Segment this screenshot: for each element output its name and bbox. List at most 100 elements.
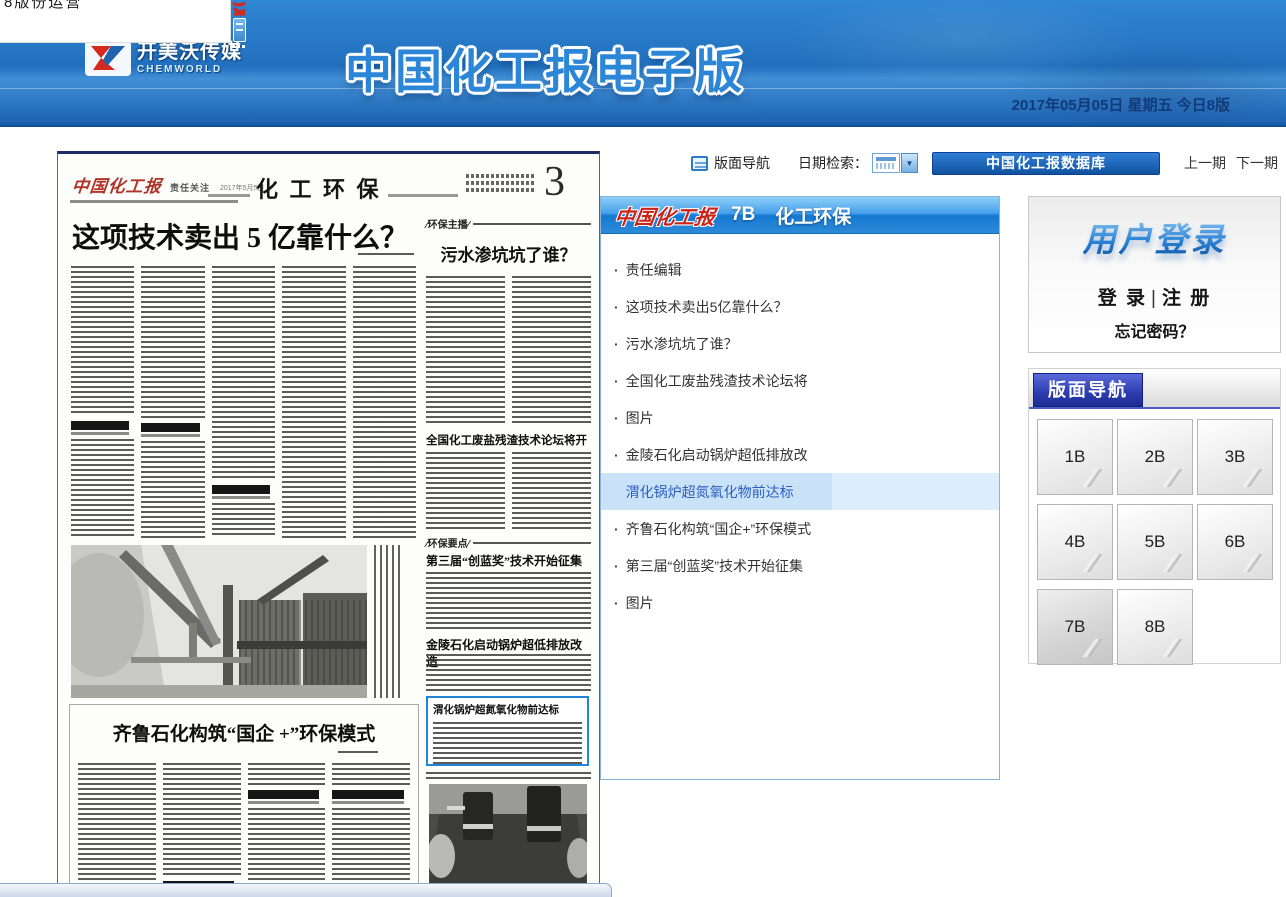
article-list-item[interactable]: · 污水渗坑坑了谁？ [601,325,999,362]
seal-dashes [232,45,246,48]
article-list-item[interactable]: ·责任编辑 [601,251,999,288]
blue-bookmark-icon [233,18,246,42]
headline-qilu: 齐鲁石化构筑“国企 +”环保模式 [70,719,418,746]
qilu-byline [338,751,378,756]
page-nav-header: 版面导航 [1029,369,1280,409]
article-panel-header: 中国化工报 7B 化工环保 [601,197,999,234]
bullet-icon: · [614,373,619,389]
headline-forum: 全国化工废盐残渣技术论坛将开 [426,432,591,448]
login-title: 用户登录 [1083,213,1227,261]
page-button-5b[interactable]: 5B [1117,504,1193,580]
column-label-1: ∕环保主播∕ [426,216,591,231]
sewage-article-box: ∕环保主播∕ 污水渗坑坑了谁？ [426,216,591,424]
app-root: 开美沃传媒 CHEMWORLD 中国化工报电子版 2017年05月05日 星期五… [0,0,1286,897]
article-list-item[interactable]: ·金陵石化启动锅炉超低排放改 [601,436,999,473]
login-separator: | [1151,288,1158,309]
bullet-icon: · [614,299,619,315]
byline [358,253,414,258]
article-list-item[interactable]: · 全国化工废盐残渣技术论坛将 [601,362,999,399]
page-grid: 1B 2B 3B 4B 5B 6B 7B 8B [1029,409,1280,674]
masthead-tagline: 责任关注 [170,181,210,194]
article-list-item[interactable]: · 图片 [601,399,999,436]
register-link[interactable]: 注 册 [1162,288,1211,309]
page-button-2b[interactable]: 2B [1117,419,1193,495]
article-title: 图片 [626,593,654,613]
highlighted-article-box: 渭化锅炉超氮氧化物前达标 [426,696,589,766]
bullet-icon: · [614,558,619,574]
qilu-columns [78,763,410,897]
article-title: 图片 [626,408,654,428]
page-button-6b[interactable]: 6B [1197,504,1273,580]
column-label-2: ∕环保要点∕ [426,535,591,550]
date-picker-input[interactable] [872,153,900,173]
article-list-item-selected[interactable]: ·渭化锅炉超氮氧化物前达标 [601,473,999,510]
logo-cn-text: 开美沃传媒 [137,42,242,62]
article-title: 污水渗坑坑了谁？ [626,334,738,354]
login-link[interactable]: 登 录 [1098,288,1147,309]
article-title: 第三届“创蓝奖”技术开始征集 [626,556,803,576]
layout-nav-link[interactable]: 版面导航 [714,153,770,173]
newspaper-photo-construction [71,545,367,698]
main-article-columns [71,266,416,538]
headline-award: 第三届“创蓝奖”技术开始征集 [426,552,591,569]
headline-main: 这项技术卖出 5 亿靠什么？ [72,216,432,256]
clipped-popup-text: 8版份运营 [4,0,230,12]
prev-issue-link[interactable]: 上一期 [1184,153,1226,173]
page-button-8b[interactable]: 8B [1117,589,1193,665]
date-search-label: 日期检索： [798,153,868,173]
simulated-text-column [512,276,591,424]
newspaper-page-image[interactable]: 中国化工报 责任关注 2017年5月5日 化 工 环 保 3 这项技术卖出 5 … [57,151,600,897]
article-list-item[interactable]: · 齐鲁石化构筑“国企+”环保模式 [601,510,999,547]
page-button-4b[interactable]: 4B [1037,504,1113,580]
page-button-3b[interactable]: 3B [1197,419,1273,495]
page-nav-tab[interactable]: 版面导航 [1033,373,1143,407]
section-title: 化 工 环 保 [256,172,382,204]
page-nav-panel: 版面导航 1B 2B 3B 4B 5B 6B 7B 8B [1028,368,1281,664]
article-title: 金陵石化启动锅炉超低排放改 [626,445,808,465]
qilu-article-box: 齐鲁石化构筑“国企 +”环保模式 [69,704,419,897]
article-list-item[interactable]: ·图片 [601,584,999,621]
next-issue-link[interactable]: 下一期 [1236,153,1278,173]
logo-en-text: CHEMWORLD [137,65,242,75]
bullet-icon: · [614,410,619,426]
bullet-icon: · [614,521,619,537]
page-button-1b[interactable]: 1B [1037,419,1113,495]
page-button-7b-current[interactable]: 7B [1037,589,1113,665]
article-title: 责任编辑 [626,260,682,280]
panel-page-label: 7B [731,204,755,226]
section-rule-left [208,194,250,197]
article-list-item[interactable]: · 第三届“创蓝奖”技术开始征集 [601,547,999,584]
chemworld-logo-icon [85,40,131,76]
article-list-item[interactable]: · 这项技术卖出5亿靠什么？ [601,288,999,325]
chemworld-logo[interactable]: 开美沃传媒 CHEMWORLD [85,40,242,76]
masthead-rule [70,200,238,203]
headline-weihua: 渭化锅炉超氮氧化物前达标 [433,702,582,717]
article-title: 这项技术卖出5亿靠什么？ [626,297,788,317]
photo-caption-vertical [374,545,400,698]
red-seal-icon [231,1,247,16]
simulated-text-block [426,572,591,632]
bullet-icon: · [614,336,619,352]
seal-stack [229,1,249,48]
section-rule-right [388,194,458,197]
panel-script-logo: 中国化工报 [613,201,717,230]
toolbar: 版面导航 日期检索： ▼ 中国化工报数据库 上一期 下一期 [691,150,1278,176]
article-title: 齐鲁石化构筑“国企+”环保模式 [626,519,812,539]
forgot-password-link[interactable]: 忘记密码？ [1029,318,1280,342]
database-button[interactable]: 中国化工报数据库 [932,152,1160,175]
date-picker-dropdown[interactable]: ▼ [901,153,918,173]
simulated-text-line [426,772,591,782]
article-title: 全国化工废盐残渣技术论坛将 [626,371,808,391]
simulated-text-column [426,276,505,424]
newspaper-photo-tanks [429,784,587,886]
simulated-text-block [426,654,591,692]
article-title: 渭化锅炉超氮氧化物前达标 [626,482,794,502]
issue-date-line: 2017年05月05日 星期五 今日8版 [1012,94,1230,115]
headline-sewage: 污水渗坑坑了谁？ [426,241,591,266]
page-number: 3 [544,158,565,206]
login-links-row: 登 录|注 册 [1029,283,1280,310]
site-title: 中国化工报电子版 [345,33,745,102]
newspaper-masthead-logo: 中国化工报 [71,172,164,197]
clipped-popup: 8版份运营 [0,0,231,43]
article-list: ·责任编辑 ·这项技术卖出5亿靠什么？ ·污水渗坑坑了谁？ ·全国化工废盐残渣技… [601,234,999,621]
